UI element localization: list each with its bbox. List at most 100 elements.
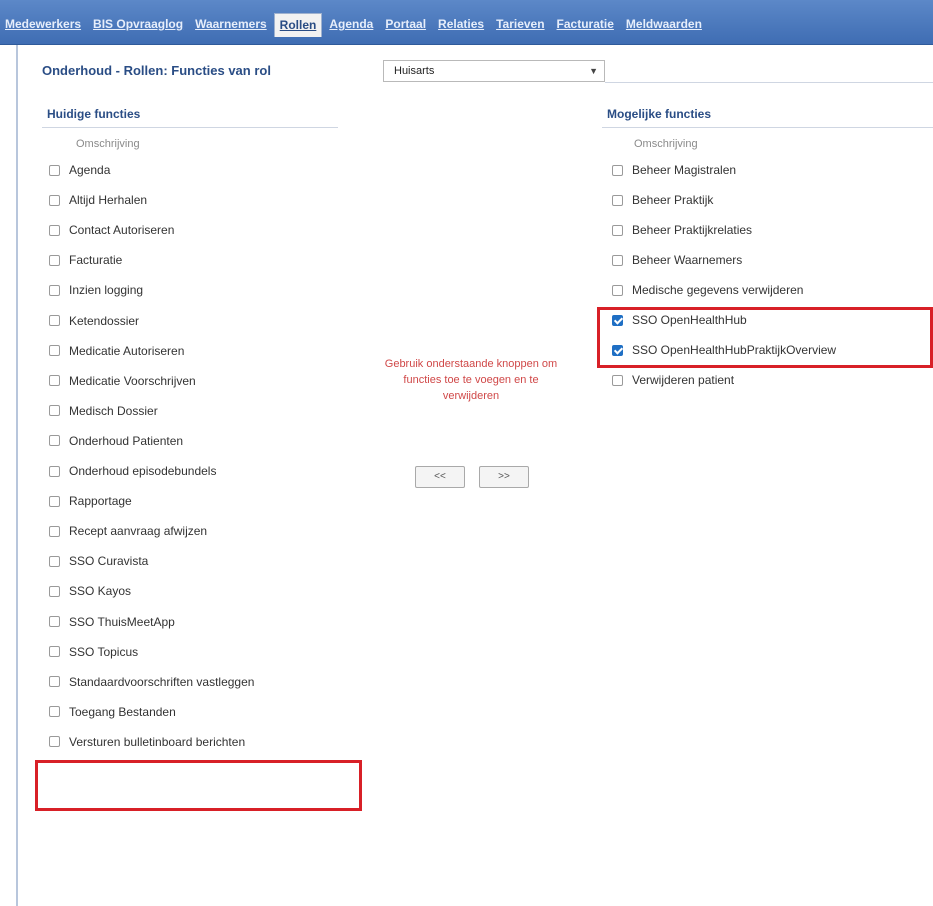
function-checkbox[interactable] bbox=[49, 646, 60, 658]
function-checkbox[interactable] bbox=[49, 676, 60, 688]
function-checkbox[interactable] bbox=[49, 706, 60, 718]
current-function-row[interactable]: Altijd Herhalen bbox=[49, 190, 147, 210]
function-label: Facturatie bbox=[69, 253, 123, 268]
function-label: SSO ThuisMeetApp bbox=[69, 614, 175, 629]
chevron-down-icon: ▼ bbox=[589, 66, 598, 76]
function-label: SSO Topicus bbox=[69, 644, 139, 659]
current-function-row[interactable]: Ketendossier bbox=[49, 311, 139, 331]
role-select[interactable]: Huisarts ▼ bbox=[383, 60, 605, 82]
function-checkbox[interactable] bbox=[49, 736, 60, 748]
function-checkbox[interactable] bbox=[49, 194, 60, 206]
tab-agenda[interactable]: Agenda bbox=[324, 13, 378, 35]
current-function-row[interactable]: Onderhoud Patienten bbox=[49, 431, 183, 451]
possible-function-row[interactable]: Beheer Waarnemers bbox=[612, 250, 742, 270]
current-function-row[interactable]: Rapportage bbox=[49, 491, 132, 511]
function-label: Recept aanvraag afwijzen bbox=[69, 524, 208, 539]
page-title: Onderhoud - Rollen: Functies van rol bbox=[42, 63, 271, 78]
function-label: Contact Autoriseren bbox=[69, 223, 175, 238]
function-checkbox[interactable] bbox=[49, 345, 60, 357]
function-label: Inzien logging bbox=[69, 283, 144, 298]
header-divider bbox=[605, 82, 933, 83]
function-checkbox[interactable] bbox=[49, 315, 60, 326]
function-checkbox[interactable] bbox=[49, 375, 60, 387]
current-function-row[interactable]: SSO Kayos bbox=[49, 581, 131, 601]
current-function-row[interactable]: Onderhoud episodebundels bbox=[49, 461, 216, 481]
tab-relaties[interactable]: Relaties bbox=[433, 13, 489, 35]
current-function-row[interactable]: Versturen bulletinboard berichten bbox=[49, 732, 245, 752]
tab-facturatie[interactable]: Facturatie bbox=[552, 13, 619, 35]
function-label: Onderhoud Patienten bbox=[69, 433, 184, 448]
function-label: Beheer Praktijk bbox=[632, 193, 714, 207]
highlight-box-empty bbox=[35, 760, 362, 811]
possible-functions-title: Mogelijke functies bbox=[607, 107, 712, 121]
current-function-row[interactable]: Contact Autoriseren bbox=[49, 220, 174, 240]
possible-function-row[interactable]: Verwijderen patient bbox=[612, 370, 734, 390]
function-checkbox[interactable] bbox=[612, 374, 623, 386]
function-label: Agenda bbox=[69, 163, 111, 177]
tab-waarnemers[interactable]: Waarnemers bbox=[190, 13, 272, 35]
possible-column-header: Omschrijving bbox=[634, 138, 698, 150]
function-label: Medisch Dossier bbox=[69, 403, 158, 418]
tab-tarieven[interactable]: Tarieven bbox=[491, 13, 549, 35]
current-column-header: Omschrijving bbox=[76, 138, 140, 150]
tab-medewerkers[interactable]: Medewerkers bbox=[0, 13, 86, 35]
function-checkbox[interactable] bbox=[49, 585, 60, 597]
remove-function-button[interactable]: >> bbox=[479, 466, 529, 488]
left-border bbox=[0, 45, 18, 906]
current-function-row[interactable]: Medicatie Autoriseren bbox=[49, 341, 184, 361]
current-function-row[interactable]: Standaardvoorschriften vastleggen bbox=[49, 672, 254, 692]
function-label: Medicatie Voorschrijven bbox=[69, 373, 196, 388]
current-function-row[interactable]: Agenda bbox=[49, 160, 110, 180]
function-checkbox[interactable] bbox=[49, 616, 60, 627]
instruction-text: Gebruik onderstaande knoppen om functies… bbox=[384, 358, 558, 402]
function-checkbox[interactable] bbox=[49, 435, 60, 447]
top-navigation: Medewerkers BIS Opvraaglog Waarnemers Ro… bbox=[0, 0, 933, 45]
function-checkbox[interactable] bbox=[49, 465, 60, 477]
function-checkbox[interactable] bbox=[49, 254, 60, 266]
function-label: Onderhoud episodebundels bbox=[69, 464, 217, 478]
highlight-box-sso-functions bbox=[597, 307, 933, 368]
function-checkbox[interactable] bbox=[612, 254, 623, 266]
tab-rollen[interactable]: Rollen bbox=[273, 13, 323, 37]
function-label: Beheer Praktijkrelaties bbox=[632, 223, 753, 237]
function-label: Beheer Waarnemers bbox=[632, 253, 743, 267]
function-checkbox[interactable] bbox=[49, 495, 60, 507]
function-checkbox[interactable] bbox=[612, 164, 623, 176]
possible-functions-divider bbox=[602, 127, 933, 128]
current-function-row[interactable]: Recept aanvraag afwijzen bbox=[49, 521, 207, 541]
function-checkbox[interactable] bbox=[49, 555, 60, 567]
function-checkbox[interactable] bbox=[49, 525, 60, 537]
possible-function-row[interactable]: Beheer Magistralen bbox=[612, 160, 736, 180]
current-function-row[interactable]: Inzien logging bbox=[49, 280, 143, 300]
function-label: Toegang Bestanden bbox=[69, 704, 176, 719]
add-function-button[interactable]: << bbox=[415, 466, 465, 488]
function-checkbox[interactable] bbox=[49, 164, 60, 176]
current-function-row[interactable]: SSO Curavista bbox=[49, 551, 148, 571]
function-label: Rapportage bbox=[69, 494, 132, 509]
current-function-row[interactable]: Medicatie Voorschrijven bbox=[49, 371, 196, 391]
function-checkbox[interactable] bbox=[612, 194, 623, 206]
function-label: Medische gegevens verwijderen bbox=[632, 283, 804, 297]
current-function-row[interactable]: Facturatie bbox=[49, 250, 122, 270]
current-function-row[interactable]: Toegang Bestanden bbox=[49, 702, 176, 722]
function-label: SSO Kayos bbox=[69, 584, 132, 599]
possible-function-row[interactable]: Medische gegevens verwijderen bbox=[612, 280, 803, 300]
function-checkbox[interactable] bbox=[612, 224, 623, 236]
current-function-row[interactable]: SSO Topicus bbox=[49, 642, 138, 662]
function-label: Ketendossier bbox=[69, 313, 140, 328]
function-checkbox[interactable] bbox=[49, 224, 60, 236]
current-function-row[interactable]: SSO ThuisMeetApp bbox=[49, 612, 175, 632]
current-functions-divider bbox=[42, 127, 338, 128]
function-checkbox[interactable] bbox=[49, 284, 60, 296]
function-label: SSO Curavista bbox=[69, 554, 149, 569]
possible-function-row[interactable]: Beheer Praktijkrelaties bbox=[612, 220, 752, 240]
tab-portaal[interactable]: Portaal bbox=[380, 13, 431, 35]
function-checkbox[interactable] bbox=[49, 405, 60, 417]
function-label: Verwijderen patient bbox=[632, 373, 735, 387]
tab-meldwaarden[interactable]: Meldwaarden bbox=[621, 13, 707, 35]
function-checkbox[interactable] bbox=[612, 284, 623, 296]
current-function-row[interactable]: Medisch Dossier bbox=[49, 401, 158, 421]
function-label: Versturen bulletinboard berichten bbox=[69, 734, 246, 749]
tab-bis-opvraaglog[interactable]: BIS Opvraaglog bbox=[88, 13, 188, 35]
possible-function-row[interactable]: Beheer Praktijk bbox=[612, 190, 713, 210]
